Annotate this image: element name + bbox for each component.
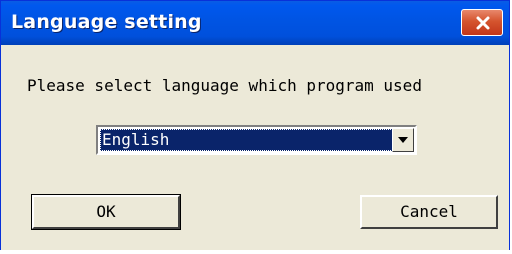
chevron-down-icon [398,137,408,143]
close-button[interactable] [461,9,503,36]
window-title: Language setting [11,11,202,33]
window-bottom-edge [0,250,512,254]
language-select-value[interactable]: English [100,129,393,151]
prompt-text: Please select language which program use… [27,76,422,95]
ok-button[interactable]: OK [31,194,181,230]
close-icon [476,16,490,30]
cancel-button[interactable]: Cancel [360,195,498,229]
title-bar[interactable]: Language setting [1,1,509,45]
language-select[interactable]: English [96,125,417,155]
dropdown-button[interactable] [392,128,414,152]
